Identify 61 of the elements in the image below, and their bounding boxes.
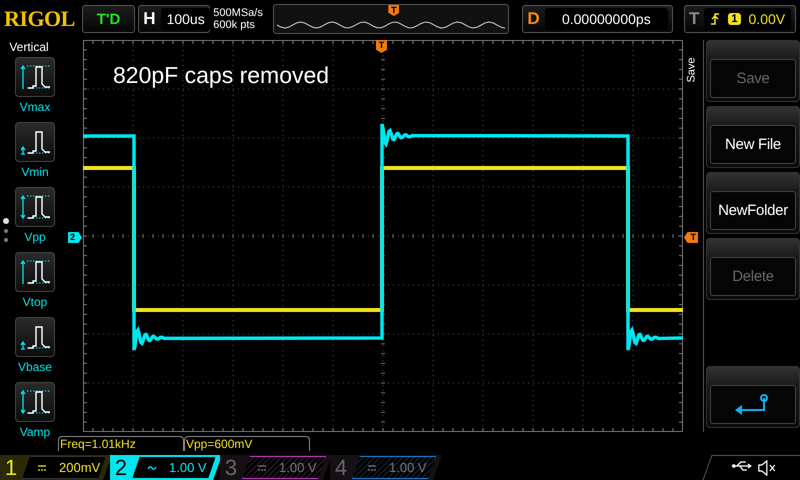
trigger-level-marker[interactable]: T [684,232,698,243]
trigger-source: 1 [728,13,741,25]
mute-icon [758,460,776,476]
measure-button[interactable] [15,317,55,357]
dc-coupling-icon [37,464,47,472]
rising-edge-icon [710,12,720,26]
brand-logo: RIGOL [4,6,76,32]
channel-tab[interactable]: 2 1.00 V [110,455,222,480]
usb-icon [732,460,752,472]
measure-label: Vamp [20,425,50,439]
measure-button[interactable] [15,382,55,422]
pp-measure-icon [19,192,51,222]
trigger-level: 0.00V [748,11,786,27]
channel-tab[interactable]: 4 1.00 V [330,455,442,480]
channel-marker[interactable]: 2 [68,232,82,243]
measure-label: Vtop [22,295,48,309]
max-measure-icon [19,62,51,92]
channel-number: 1 [4,454,18,480]
channel-number: 4 [334,454,348,480]
menu-button[interactable]: NewFolder [706,172,800,234]
measure-button[interactable] [15,122,55,162]
measure-label: Vmin [21,165,49,179]
channel-tab[interactable]: 3 1.00 V [220,455,332,480]
channel-tab[interactable]: 1 200mV [0,455,112,480]
run-status-button[interactable]: T'D [82,5,136,33]
page-dot[interactable] [3,218,9,224]
delay-value: 0.00000000ps [544,8,668,30]
ac-coupling-icon [147,464,157,472]
delay-label: D [527,9,540,29]
amp-measure-icon [19,387,51,417]
measurement-result: Freq=1.01kHz [58,436,184,451]
sidebar-title: Vertical [9,40,49,54]
top-measure-icon [19,257,51,287]
channel-scale: 1.00 V [279,460,317,475]
dc-coupling-icon [257,464,267,472]
measure-button[interactable] [15,187,55,227]
trigger-position-marker: T [376,40,387,53]
sample-rate: 500MSa/s [213,7,264,19]
measure-button[interactable] [15,252,55,292]
memory-depth: 600k pts [213,19,256,31]
trigger-label: T [689,9,700,29]
channel-number: 2 [114,454,128,480]
channel-scale: 200mV [59,460,100,475]
channel-scale: 1.00 V [169,460,207,475]
menu-button[interactable]: New File [706,106,800,168]
channel-scale: 1.00 V [389,460,427,475]
measure-label: Vmax [20,100,50,114]
return-button[interactable] [706,366,800,428]
page-dot[interactable] [4,238,8,242]
page-dot[interactable] [4,228,8,232]
trigger-position-marker: T [388,5,400,16]
screen-annotation: 820pF caps removed [113,62,330,89]
channel-number: 3 [224,454,238,480]
measure-button[interactable] [15,57,55,97]
timebase-value: 100us [160,8,211,30]
measurement-result: Vpp=600mV [184,436,310,451]
measure-label: Vbase [18,360,52,374]
horizontal-label: H [143,9,156,29]
dc-coupling-icon [367,464,377,472]
measure-label: Vpp [24,230,46,244]
menu-title: Save [685,56,699,85]
